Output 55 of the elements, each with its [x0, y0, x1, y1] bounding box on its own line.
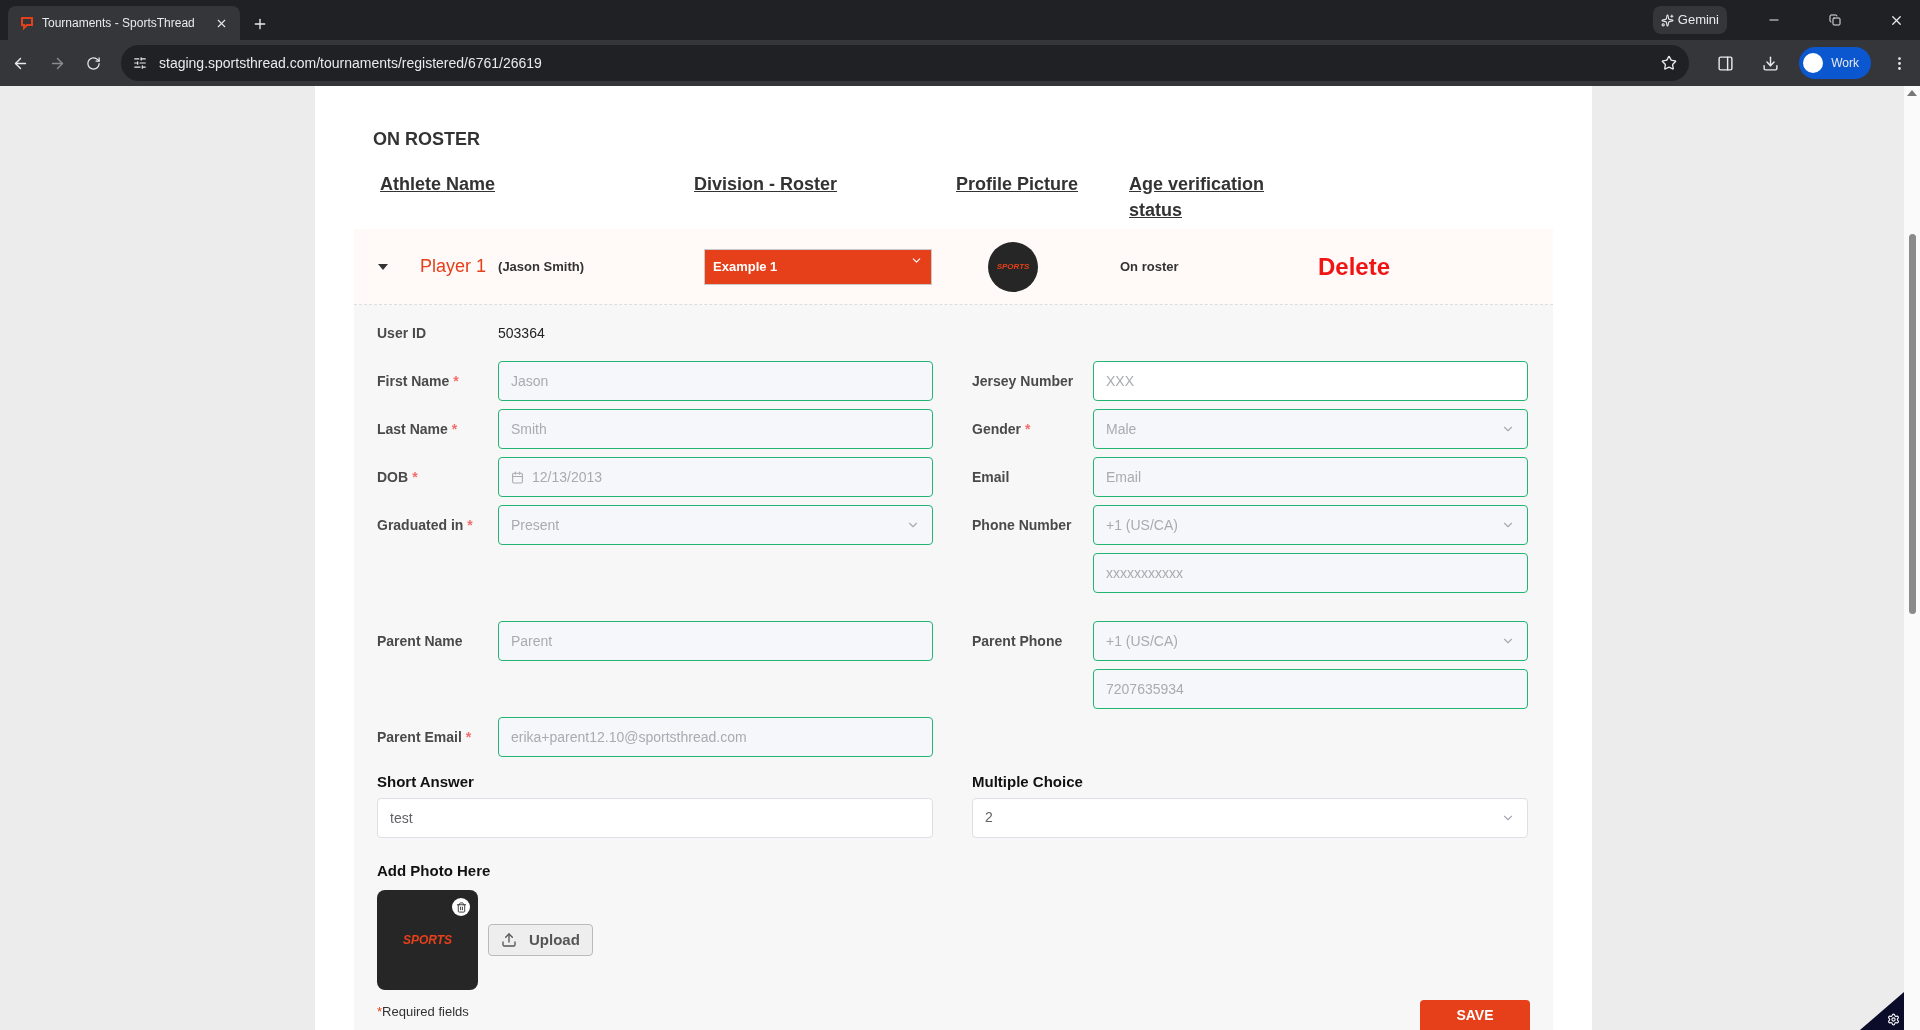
photo-label: Add Photo Here [377, 860, 492, 881]
site-settings-icon[interactable] [133, 56, 147, 70]
gear-icon [1887, 1013, 1900, 1026]
field-label: Last Name * [377, 420, 459, 439]
trash-icon [455, 901, 467, 913]
download-icon[interactable] [1762, 54, 1780, 72]
logo: SPORTS [996, 262, 1030, 271]
scrollbar[interactable] [1904, 86, 1920, 1030]
caret-icon[interactable] [378, 263, 388, 270]
avatar-icon [1803, 53, 1824, 73]
field-label: Phone Number [972, 516, 1073, 535]
player-full-name: (Jason Smith) [498, 257, 584, 276]
field-label: Jersey Number [972, 372, 1075, 391]
address-bar[interactable]: staging.sportsthread.com/tournaments/registered/6761/26619 [121, 45, 1690, 81]
text-field[interactable]: XXX [1093, 361, 1528, 401]
reload-icon[interactable] [86, 55, 101, 71]
upload-icon [501, 932, 517, 948]
column-header: Profile Picture [956, 173, 1080, 196]
field-label: Parent Name [377, 632, 464, 651]
restore-icon[interactable] [1829, 14, 1841, 26]
required-note: *Required fields [377, 1003, 469, 1021]
field-label: Parent Email * [377, 728, 473, 747]
column-header: Division - Roster [694, 173, 839, 196]
browser-tab[interactable]: Tournaments - SportsThread [8, 6, 240, 40]
column-header: Age verification status [1128, 173, 1266, 222]
sparkle-icon [1660, 13, 1674, 27]
section-title: ON ROSTER [373, 128, 481, 151]
side-panel-icon[interactable] [1717, 54, 1735, 72]
field-label: Parent Phone [972, 632, 1064, 651]
field-label: User ID [377, 324, 428, 343]
division-select[interactable]: Example 1 [704, 248, 932, 285]
calendar-icon [511, 470, 524, 484]
bookmark-icon[interactable] [1661, 55, 1678, 71]
age-status: On roster [1119, 257, 1180, 276]
upload-button[interactable]: Upload [488, 924, 593, 956]
user-id-value: 503364 [498, 324, 546, 343]
player-name[interactable]: Player 1 [420, 253, 487, 280]
save-button[interactable]: SAVE [1420, 1000, 1530, 1030]
column-header: Athlete Name [379, 173, 497, 196]
answer-field[interactable]: test [377, 797, 933, 838]
question-label: Multiple Choice [972, 772, 1084, 792]
choice-select[interactable]: 2 [972, 797, 1528, 838]
field-label: Gender * [972, 420, 1032, 439]
chat-bubble-icon [20, 16, 34, 30]
delete-photo-button[interactable] [452, 898, 470, 916]
field-label: Email [972, 468, 1011, 487]
new-tab-icon[interactable] [252, 16, 268, 32]
field-label: First Name * [377, 372, 460, 391]
question-label: Short Answer [377, 772, 475, 792]
field-label: Graduated in * [377, 516, 474, 535]
gemini-button[interactable]: Gemini [1652, 6, 1727, 34]
field-label: DOB * [377, 468, 419, 487]
delete-link[interactable]: Delete [1318, 248, 1391, 285]
logo: SPORTS [402, 934, 453, 946]
profile-button[interactable]: Work [1799, 47, 1871, 79]
